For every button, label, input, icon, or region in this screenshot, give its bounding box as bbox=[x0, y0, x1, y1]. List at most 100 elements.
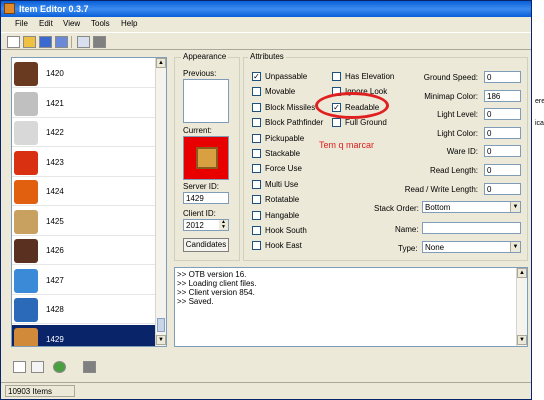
item-row[interactable]: 1423 bbox=[12, 148, 158, 177]
attribute-field-label: Read / Write Length: bbox=[404, 184, 478, 194]
attribute-field-label: Light Level: bbox=[437, 110, 478, 120]
attribute-field-input[interactable]: 0 bbox=[484, 164, 521, 176]
attribute-field-input[interactable]: 186 bbox=[484, 89, 521, 102]
stack-order-value: Bottom bbox=[425, 203, 451, 212]
item-row[interactable]: 1429 bbox=[12, 324, 158, 346]
item-id-label: 1424 bbox=[46, 187, 64, 196]
attribute-field-input[interactable]: 0 bbox=[484, 182, 521, 195]
item-sprite-icon bbox=[14, 62, 38, 86]
attribute-field-input[interactable]: 0 bbox=[484, 126, 521, 139]
scroll-down-arrow[interactable]: ▼ bbox=[517, 335, 527, 345]
attribute-checkbox[interactable] bbox=[252, 210, 261, 220]
item-row[interactable]: 1422 bbox=[12, 118, 158, 147]
attribute-checkbox[interactable] bbox=[252, 87, 261, 97]
menu-file[interactable]: File bbox=[15, 19, 28, 28]
stepper-arrows-icon[interactable]: ▲ ▼ bbox=[219, 220, 228, 230]
item-id-label: 1425 bbox=[46, 216, 64, 226]
candidates-button[interactable]: Candidates bbox=[183, 238, 229, 252]
item-id-label: 1428 bbox=[46, 305, 64, 314]
compare-icon[interactable] bbox=[77, 36, 90, 48]
item-row[interactable]: 1425 bbox=[12, 207, 158, 236]
attribute-checkbox-label: Hangable bbox=[265, 210, 300, 220]
chevron-down-icon: ▼ bbox=[510, 242, 520, 252]
previous-label: Previous: bbox=[183, 69, 217, 78]
find-item-icon[interactable] bbox=[83, 361, 96, 373]
menu-edit[interactable]: Edit bbox=[39, 19, 53, 28]
client-id-stepper[interactable]: 2012 ▲ ▼ bbox=[183, 219, 229, 231]
attribute-field-input[interactable]: 0 bbox=[484, 145, 521, 158]
item-id-label: 1423 bbox=[46, 157, 64, 167]
attribute-checkbox-label: Full Ground bbox=[345, 118, 387, 128]
item-row[interactable]: 1424 bbox=[12, 177, 158, 206]
window-title: Item Editor 0.3.7 bbox=[19, 4, 89, 14]
duplicate-item-icon[interactable] bbox=[31, 361, 44, 373]
attribute-checkbox[interactable] bbox=[252, 149, 261, 158]
new-item-icon[interactable] bbox=[13, 361, 26, 373]
toolbar-separator bbox=[71, 36, 72, 48]
reload-icon[interactable] bbox=[93, 36, 106, 48]
item-row[interactable]: 1426 bbox=[12, 236, 158, 265]
item-id-label: 1426 bbox=[46, 246, 64, 255]
attributes-group: Attributes ✓ Unpassable Movable Block Missi… bbox=[243, 52, 528, 261]
attribute-checkbox[interactable]: ✓ bbox=[252, 72, 261, 81]
chevron-down-icon: ▼ bbox=[510, 202, 520, 212]
new-file-icon[interactable] bbox=[7, 36, 20, 48]
item-row[interactable]: 1427 bbox=[12, 266, 158, 295]
type-select[interactable]: None ▼ bbox=[422, 241, 521, 253]
type-value: None bbox=[425, 243, 445, 252]
item-id-label: 1422 bbox=[46, 128, 64, 137]
server-id-label: Server ID: bbox=[183, 182, 220, 191]
attribute-field-input[interactable]: 0 bbox=[484, 71, 521, 83]
open-folder-icon[interactable] bbox=[23, 36, 36, 48]
attribute-checkbox[interactable] bbox=[252, 226, 261, 235]
item-sprite-icon bbox=[14, 91, 38, 116]
item-row[interactable]: 1428 bbox=[12, 295, 158, 324]
attribute-checkbox[interactable] bbox=[252, 102, 261, 112]
attribute-checkbox-label: Has Elevation bbox=[345, 72, 395, 81]
title-bar: Item Editor 0.3.7 bbox=[1, 1, 531, 17]
item-row[interactable]: 1420 bbox=[12, 59, 158, 88]
attribute-checkbox[interactable] bbox=[252, 195, 261, 205]
menu-help[interactable]: Help bbox=[121, 19, 137, 28]
appearance-legend: Appearance bbox=[181, 52, 229, 61]
sign-sprite-icon bbox=[196, 147, 218, 169]
attribute-checkbox-label: Stackable bbox=[265, 149, 301, 158]
attribute-checkbox[interactable] bbox=[252, 118, 261, 128]
attribute-checkbox[interactable] bbox=[252, 133, 261, 143]
item-list[interactable]: 1420 1421 1422 1423 1424 1425 1426 1427 1428 1429… bbox=[11, 57, 167, 347]
attribute-checkbox[interactable] bbox=[252, 164, 261, 174]
item-list-scrollbar[interactable]: ▲ ▼ bbox=[155, 58, 166, 346]
item-sprite-icon bbox=[14, 209, 38, 234]
scroll-down-arrow[interactable]: ▼ bbox=[156, 335, 166, 345]
server-id-field[interactable]: 1429 bbox=[183, 192, 229, 204]
menu-tools[interactable]: Tools bbox=[91, 19, 110, 28]
save-as-icon[interactable] bbox=[55, 36, 68, 48]
log-scrollbar[interactable]: ▲ ▼ bbox=[516, 268, 527, 346]
item-row[interactable]: 1421 bbox=[12, 89, 158, 118]
attribute-checkbox[interactable] bbox=[252, 241, 261, 251]
scroll-up-arrow[interactable]: ▲ bbox=[156, 58, 166, 68]
attribute-checkbox[interactable] bbox=[332, 72, 341, 81]
toolbar bbox=[1, 32, 531, 50]
attribute-checkbox[interactable] bbox=[252, 179, 261, 189]
save-icon[interactable] bbox=[39, 36, 52, 48]
status-bar: 10903 Items bbox=[1, 382, 531, 399]
attribute-field-label: Ground Speed: bbox=[423, 73, 478, 82]
appearance-group: Appearance Previous: Current: Server ID:… bbox=[174, 52, 240, 261]
item-id-label: 1420 bbox=[46, 69, 64, 78]
attribute-field-label: Light Color: bbox=[437, 128, 478, 138]
item-sprite-icon bbox=[14, 150, 38, 175]
scroll-up-arrow[interactable]: ▲ bbox=[517, 268, 527, 278]
menu-view[interactable]: View bbox=[63, 19, 80, 28]
item-id-label: 1429 bbox=[46, 334, 64, 344]
reload-item-icon[interactable] bbox=[53, 361, 66, 373]
scroll-thumb[interactable] bbox=[157, 318, 165, 332]
log-output[interactable]: >> OTB version 16. >> Loading client file… bbox=[174, 267, 528, 347]
attribute-checkbox-label: Unpassable bbox=[265, 72, 308, 81]
type-label: Type: bbox=[398, 244, 418, 253]
item-id-label: 1421 bbox=[46, 98, 64, 108]
attribute-checkbox[interactable] bbox=[332, 118, 341, 128]
stack-order-select[interactable]: Bottom ▼ bbox=[422, 201, 521, 213]
name-field[interactable] bbox=[422, 222, 521, 234]
attribute-field-input[interactable]: 0 bbox=[484, 108, 521, 121]
